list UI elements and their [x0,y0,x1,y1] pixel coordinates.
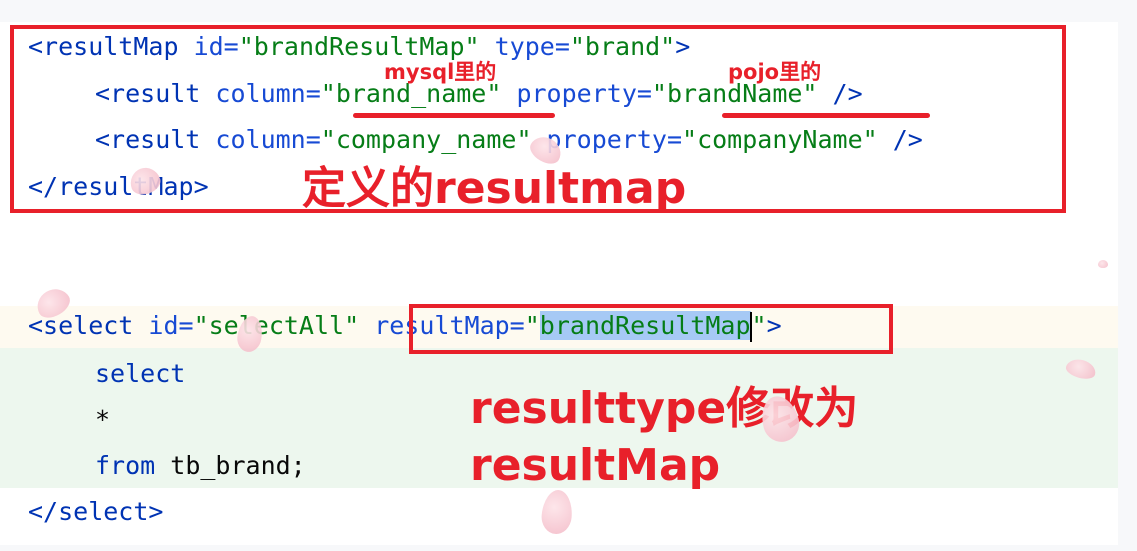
change-annotation-line2: resultMap [470,440,721,491]
column-underline [353,113,555,118]
code-line-sql-star[interactable]: * [95,402,110,438]
pojo-annotation: pojo里的 [728,60,822,84]
keyword-token: from [95,451,156,480]
string-token: "selectAll" [193,311,360,340]
change-annotation-line1: resulttype修改为 [470,383,859,434]
resultmap-attr-highlight-box [409,304,893,354]
code-line-sql-from[interactable]: from tb_brand; [95,448,306,484]
property-underline [722,113,930,118]
sql-text: tb_brand; [155,451,306,480]
petal-decoration [1098,260,1108,268]
attr-token: id= [133,311,194,340]
define-resultmap-annotation: 定义的resultmap [302,163,687,214]
code-line-sql-select[interactable]: select [95,356,185,392]
mysql-annotation: mysql里的 [384,60,497,84]
code-line-select-close[interactable]: </select> [28,494,163,530]
